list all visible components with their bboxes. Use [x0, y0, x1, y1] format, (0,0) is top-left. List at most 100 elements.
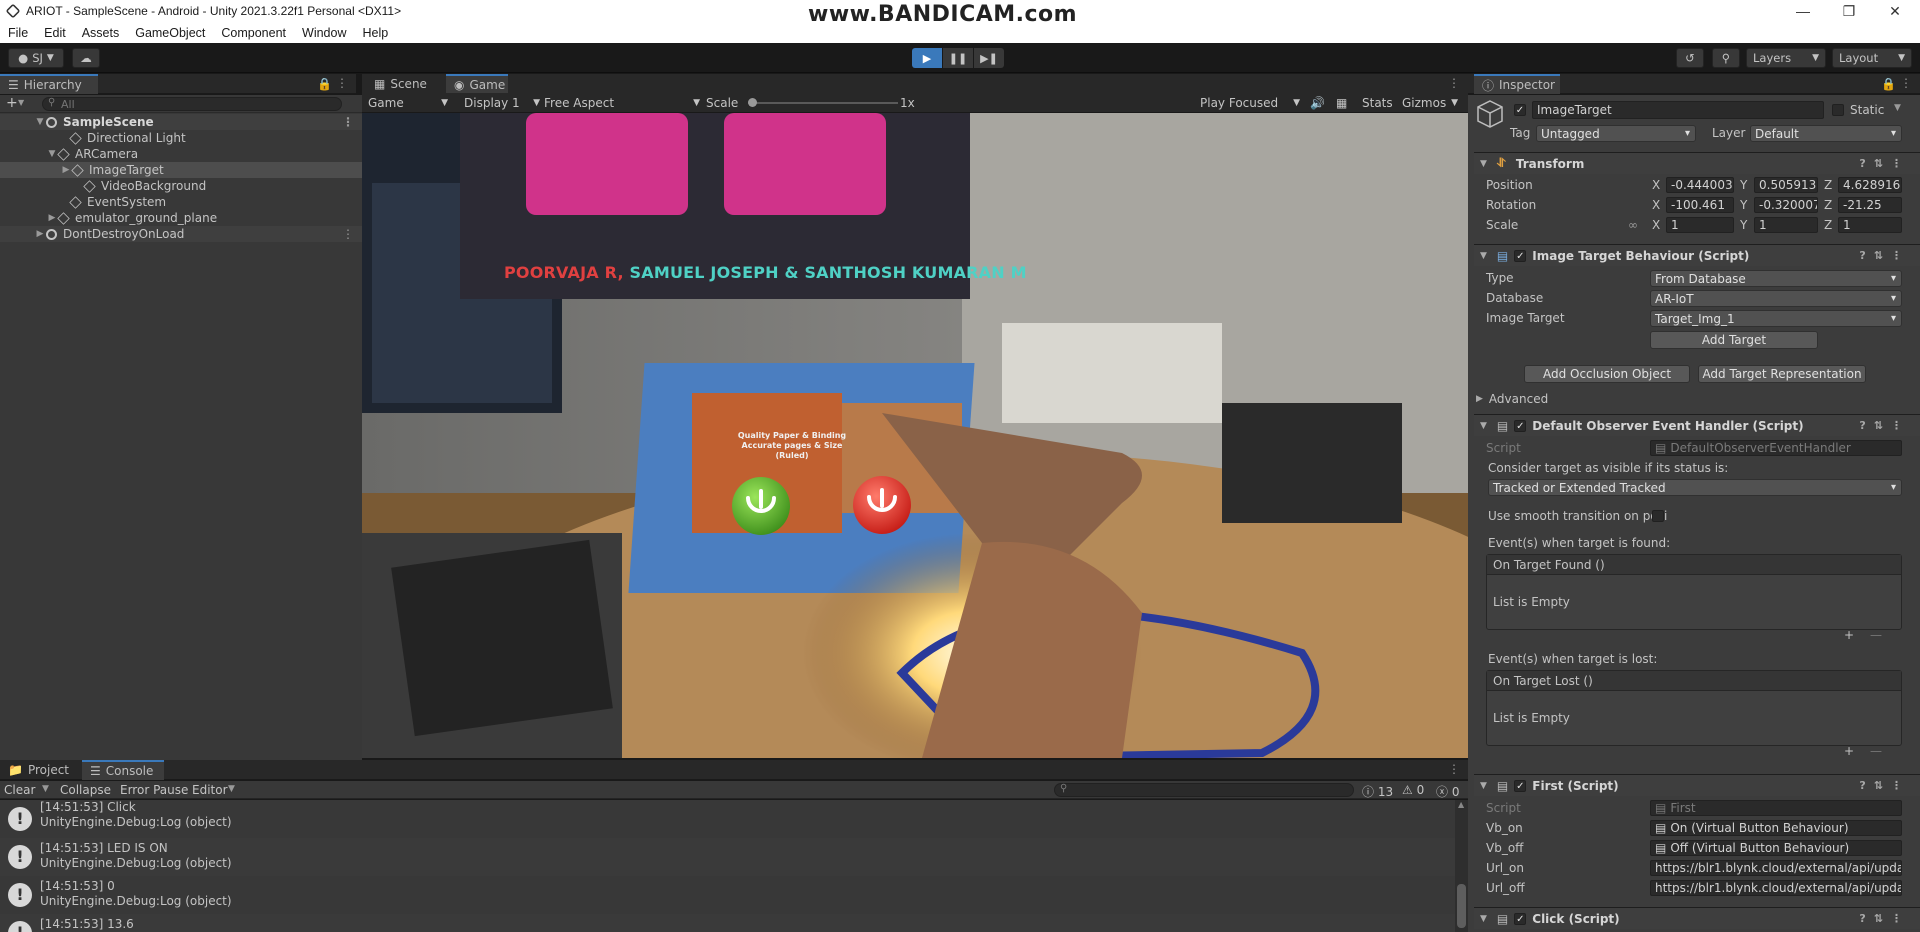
menu-component[interactable]: Component — [213, 26, 294, 40]
component-enabled-checkbox[interactable]: ✓ — [1514, 779, 1527, 792]
image-target-dropdown[interactable]: Target_Img_1 — [1650, 310, 1902, 327]
active-checkbox[interactable]: ✓ — [1514, 104, 1526, 116]
console-entry[interactable]: ! [14:51:53] LED IS ON UnityEngine.Debug… — [0, 838, 1455, 876]
script-field[interactable]: ▤ DefaultObserverEventHandler — [1650, 440, 1902, 456]
status-dropdown[interactable]: Tracked or Extended Tracked — [1488, 479, 1902, 496]
advanced-foldout[interactable]: ▶ Advanced — [1476, 390, 1548, 408]
play-focused-dropdown[interactable]: Play Focused ▼ — [1200, 93, 1304, 112]
menu-window[interactable]: Window — [294, 26, 354, 40]
off-virtual-button[interactable] — [853, 476, 911, 534]
stats-button[interactable]: Stats — [1362, 93, 1398, 112]
aspect-dropdown[interactable]: Free Aspect ▼ — [544, 93, 704, 112]
component-header-icons[interactable]: ?⇅⋮ — [1859, 779, 1910, 792]
static-checkbox[interactable] — [1832, 104, 1844, 116]
hierarchy-item-imagetarget[interactable]: ▶ ImageTarget — [0, 162, 362, 178]
hierarchy-item-eventsystem[interactable]: EventSystem — [0, 194, 362, 210]
error-count-toggle[interactable]: ⓧ 0 — [1436, 783, 1459, 800]
console-scrollbar-thumb[interactable] — [1457, 884, 1466, 928]
minimize-icon[interactable]: — — [1780, 0, 1826, 22]
hierarchy-item-videobackground[interactable]: VideoBackground — [0, 178, 362, 194]
vb-on-field[interactable]: ▤ On (Virtual Button Behaviour) — [1650, 820, 1902, 836]
menu-help[interactable]: Help — [354, 26, 396, 40]
maximize-icon[interactable]: ❐ — [1826, 0, 1872, 22]
console-entry[interactable]: ! [14:51:53] 0 UnityEngine.Debug:Log (ob… — [0, 876, 1455, 914]
add-target-representation-button[interactable]: Add Target Representation — [1698, 365, 1866, 383]
console-search-input[interactable] — [1054, 783, 1354, 797]
hierarchy-item-arcamera[interactable]: ▼ ARCamera — [0, 146, 362, 162]
step-button[interactable]: ▶❚ — [974, 48, 1004, 68]
vb-off-field[interactable]: ▤ Off (Virtual Button Behaviour) — [1650, 840, 1902, 856]
smooth-transition-checkbox[interactable] — [1652, 510, 1664, 522]
collapse-arrow-icon[interactable]: ▶ — [34, 229, 46, 239]
history-button[interactable]: ↺ — [1676, 48, 1704, 68]
component-header-icons[interactable]: ?⇅⋮ — [1859, 157, 1910, 170]
component-enabled-checkbox[interactable]: ✓ — [1514, 249, 1527, 262]
expand-arrow-icon[interactable]: ▼ — [1480, 159, 1487, 169]
more-options-icon[interactable]: ⋮ — [342, 227, 354, 241]
expand-arrow-icon[interactable]: ▼ — [1480, 421, 1487, 431]
expand-arrow-icon[interactable]: ▼ — [1480, 251, 1487, 261]
tab-project[interactable]: 📁 Project — [0, 760, 76, 780]
console-entry[interactable]: ! [14:51:53] 13.6 — [0, 914, 1455, 932]
scale-slider-handle[interactable] — [748, 98, 757, 107]
position-y-field[interactable]: 0.5059133 — [1754, 177, 1818, 193]
component-header-icons[interactable]: ?⇅⋮ — [1859, 249, 1910, 262]
url-off-field[interactable]: https://blr1.blynk.cloud/external/api/up… — [1650, 880, 1902, 896]
hierarchy-item-directional-light[interactable]: Directional Light — [0, 130, 362, 146]
chevron-down-icon[interactable]: ▼ — [42, 784, 49, 794]
layer-dropdown[interactable]: Default — [1750, 125, 1902, 142]
editor-dropdown[interactable]: Editor — [192, 783, 228, 797]
add-icon[interactable]: + — [6, 95, 18, 111]
scale-slider[interactable] — [748, 98, 898, 107]
type-dropdown[interactable]: From Database — [1650, 270, 1902, 287]
add-target-button[interactable]: Add Target — [1650, 331, 1818, 349]
rotation-y-field[interactable]: -0.320007 — [1754, 197, 1818, 213]
expand-arrow-icon[interactable]: ▼ — [1480, 914, 1487, 924]
search-button[interactable]: ⚲ — [1712, 48, 1740, 68]
lock-icon[interactable]: 🔒 — [317, 77, 332, 91]
audio-icon[interactable]: 🔊 — [1310, 93, 1328, 112]
default-observer-event-handler-header[interactable]: ▼ ▤ ✓ Default Observer Event Handler (Sc… — [1474, 414, 1920, 436]
hierarchy-item-dontdestroyonload[interactable]: ▶ DontDestroyOnLoad ⋮ — [0, 226, 362, 242]
add-event-icon[interactable]: + — [1844, 744, 1854, 758]
layers-dropdown[interactable]: Layers ▼ — [1746, 48, 1826, 68]
component-enabled-checkbox[interactable]: ✓ — [1514, 912, 1527, 925]
console-scrollbar[interactable]: ▲ — [1455, 800, 1468, 932]
menu-assets[interactable]: Assets — [74, 26, 128, 40]
menu-gameobject[interactable]: GameObject — [127, 26, 213, 40]
transform-header[interactable]: ▼ ⥯ Transform ?⇅⋮ — [1474, 152, 1920, 174]
menu-file[interactable]: File — [0, 26, 36, 40]
database-dropdown[interactable]: AR-IoT — [1650, 290, 1902, 307]
account-dropdown[interactable]: ● SJ ▼ — [8, 48, 64, 68]
url-on-field[interactable]: https://blr1.blynk.cloud/external/api/up… — [1650, 860, 1902, 876]
remove-event-icon[interactable]: — — [1870, 744, 1882, 758]
component-header-icons[interactable]: ?⇅⋮ — [1859, 419, 1910, 432]
scale-y-field[interactable]: 1 — [1754, 217, 1818, 233]
object-name-field[interactable]: ImageTarget — [1532, 101, 1824, 119]
position-x-field[interactable]: -0.444003 — [1666, 177, 1734, 193]
chevron-down-icon[interactable]: ▼ — [1894, 103, 1901, 113]
menu-edit[interactable]: Edit — [36, 26, 74, 40]
expand-arrow-icon[interactable]: ▼ — [34, 117, 46, 127]
remove-event-icon[interactable]: — — [1870, 628, 1882, 642]
hierarchy-item-samplescene[interactable]: ▼ SampleScene ⋮ — [0, 114, 362, 130]
rotation-x-field[interactable]: -100.461 — [1666, 197, 1734, 213]
tab-game[interactable]: ◉ Game — [446, 74, 508, 94]
click-script-header[interactable]: ▼ ▤ ✓ Click (Script) ?⇅⋮ — [1474, 907, 1920, 929]
component-enabled-checkbox[interactable]: ✓ — [1514, 419, 1527, 432]
gizmos-dropdown[interactable]: Gizmos ▼ — [1402, 93, 1462, 112]
console-entry[interactable]: ! [14:51:53] Click UnityEngine.Debug:Log… — [0, 800, 1455, 838]
more-options-icon[interactable]: ⋮ — [1448, 762, 1460, 776]
scale-z-field[interactable]: 1 — [1838, 217, 1902, 233]
rotation-z-field[interactable]: -21.25 — [1838, 197, 1902, 213]
component-header-icons[interactable]: ?⇅⋮ — [1859, 912, 1910, 925]
clear-button[interactable]: Clear — [4, 783, 35, 797]
scale-x-field[interactable]: 1 — [1666, 217, 1734, 233]
script-field[interactable]: ▤ First — [1650, 800, 1902, 816]
display-dropdown[interactable]: Display 1 ▼ — [464, 93, 544, 112]
position-z-field[interactable]: 4.628916 — [1838, 177, 1902, 193]
close-icon[interactable]: ✕ — [1872, 0, 1918, 22]
on-virtual-button[interactable] — [732, 477, 790, 535]
more-options-icon[interactable]: ⋮ — [1448, 76, 1460, 90]
hierarchy-item-emulator-ground-plane[interactable]: ▶ emulator_ground_plane — [0, 210, 362, 226]
